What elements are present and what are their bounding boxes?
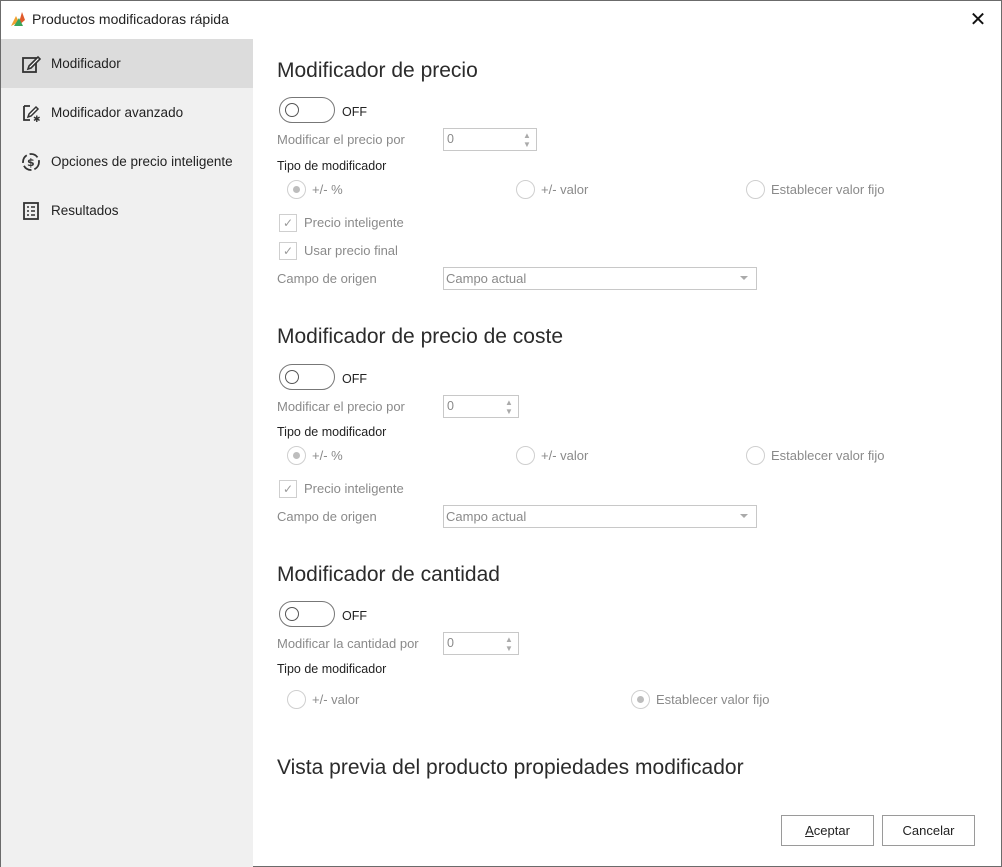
quantity-section-title: Modificador de cantidad bbox=[277, 563, 500, 586]
radio-label: +/- valor bbox=[312, 692, 360, 707]
cancel-button[interactable]: Cancelar bbox=[882, 815, 975, 846]
price-section-title: Modificador de precio bbox=[277, 59, 478, 82]
sidebar: Modificador ✱ Modificador avanzado $ Opc… bbox=[1, 39, 253, 867]
edit-icon bbox=[22, 55, 41, 73]
sidebar-item-label: Opciones de precio inteligente bbox=[51, 154, 233, 169]
smart-price-icon: $ bbox=[22, 153, 40, 171]
cost-toggle-label: OFF bbox=[342, 372, 367, 386]
radio-label: Establecer valor fijo bbox=[771, 182, 885, 197]
checkbox-label: Usar precio final bbox=[304, 243, 398, 258]
sidebar-item-opciones-precio-inteligente[interactable]: $ Opciones de precio inteligente bbox=[1, 137, 253, 186]
radio-label: +/- valor bbox=[541, 182, 589, 197]
quantity-type-label: Tipo de modificador bbox=[277, 662, 387, 676]
radio-label: Establecer valor fijo bbox=[771, 448, 885, 463]
window-title: Productos modificadoras rápida bbox=[32, 11, 229, 27]
sidebar-item-label: Modificador bbox=[51, 56, 121, 71]
check-icon: ✓ bbox=[279, 242, 297, 260]
sidebar-item-modificador[interactable]: Modificador bbox=[1, 39, 253, 88]
sidebar-item-modificador-avanzado[interactable]: ✱ Modificador avanzado bbox=[1, 88, 253, 137]
checkbox-label: Precio inteligente bbox=[304, 215, 404, 230]
radio-label: +/- % bbox=[312, 448, 343, 463]
spin-arrows-icon[interactable]: ▲ ▼ bbox=[522, 131, 532, 149]
cost-modify-label: Modificar el precio por bbox=[277, 399, 405, 414]
price-type-label: Tipo de modificador bbox=[277, 159, 387, 173]
cost-type-label: Tipo de modificador bbox=[277, 425, 387, 439]
cost-toggle[interactable] bbox=[279, 364, 335, 390]
accept-label: ceptar bbox=[813, 823, 850, 838]
radio-label: Establecer valor fijo bbox=[656, 692, 770, 707]
cost-source-label: Campo de origen bbox=[277, 509, 377, 524]
svg-text:✱: ✱ bbox=[33, 115, 41, 123]
select-value: Campo actual bbox=[446, 271, 527, 286]
radio-label: +/- % bbox=[312, 182, 343, 197]
check-icon: ✓ bbox=[279, 214, 297, 232]
price-modify-label: Modificar el precio por bbox=[277, 132, 405, 147]
quantity-toggle[interactable] bbox=[279, 601, 335, 627]
price-source-label: Campo de origen bbox=[277, 271, 377, 286]
quantity-modify-value: 0 bbox=[447, 636, 454, 650]
select-value: Campo actual bbox=[446, 509, 527, 524]
price-source-select[interactable]: Campo actual bbox=[443, 267, 757, 290]
spin-arrows-icon[interactable]: ▲ ▼ bbox=[504, 635, 514, 653]
main-content: Modificador de precio OFF Modificar el p… bbox=[277, 39, 997, 867]
cost-source-select[interactable]: Campo actual bbox=[443, 505, 757, 528]
spin-arrows-icon[interactable]: ▲ ▼ bbox=[504, 398, 514, 416]
price-toggle-label: OFF bbox=[342, 105, 367, 119]
accept-button[interactable]: Aceptar bbox=[781, 815, 874, 846]
app-logo-icon bbox=[11, 12, 25, 26]
title-bar: Productos modificadoras rápida ✕ bbox=[1, 1, 1001, 38]
toggle-knob bbox=[285, 607, 299, 621]
chevron-down-icon bbox=[740, 514, 748, 518]
price-modify-value: 0 bbox=[447, 132, 454, 146]
preview-section-title: Vista previa del producto propiedades mo… bbox=[277, 756, 744, 779]
cost-modify-input[interactable]: 0 ▲ ▼ bbox=[443, 395, 519, 418]
toggle-knob bbox=[285, 370, 299, 384]
svg-text:$: $ bbox=[27, 156, 35, 169]
cost-section-title: Modificador de precio de coste bbox=[277, 325, 563, 348]
quantity-toggle-label: OFF bbox=[342, 609, 367, 623]
toggle-knob bbox=[285, 103, 299, 117]
checkbox-label: Precio inteligente bbox=[304, 481, 404, 496]
check-icon: ✓ bbox=[279, 480, 297, 498]
price-toggle[interactable] bbox=[279, 97, 335, 123]
price-modify-input[interactable]: 0 ▲ ▼ bbox=[443, 128, 537, 151]
chevron-down-icon bbox=[740, 276, 748, 280]
close-button[interactable]: ✕ bbox=[965, 7, 991, 33]
accept-hotkey: A bbox=[805, 823, 814, 838]
advanced-edit-icon: ✱ bbox=[23, 105, 41, 123]
sidebar-item-label: Resultados bbox=[51, 203, 119, 218]
quantity-modify-input[interactable]: 0 ▲ ▼ bbox=[443, 632, 519, 655]
results-icon bbox=[23, 202, 39, 220]
dialog-window: Productos modificadoras rápida ✕ Modific… bbox=[0, 0, 1002, 867]
sidebar-item-resultados[interactable]: Resultados bbox=[1, 186, 253, 235]
quantity-modify-label: Modificar la cantidad por bbox=[277, 636, 419, 651]
sidebar-item-label: Modificador avanzado bbox=[51, 105, 184, 120]
radio-label: +/- valor bbox=[541, 448, 589, 463]
cost-modify-value: 0 bbox=[447, 399, 454, 413]
